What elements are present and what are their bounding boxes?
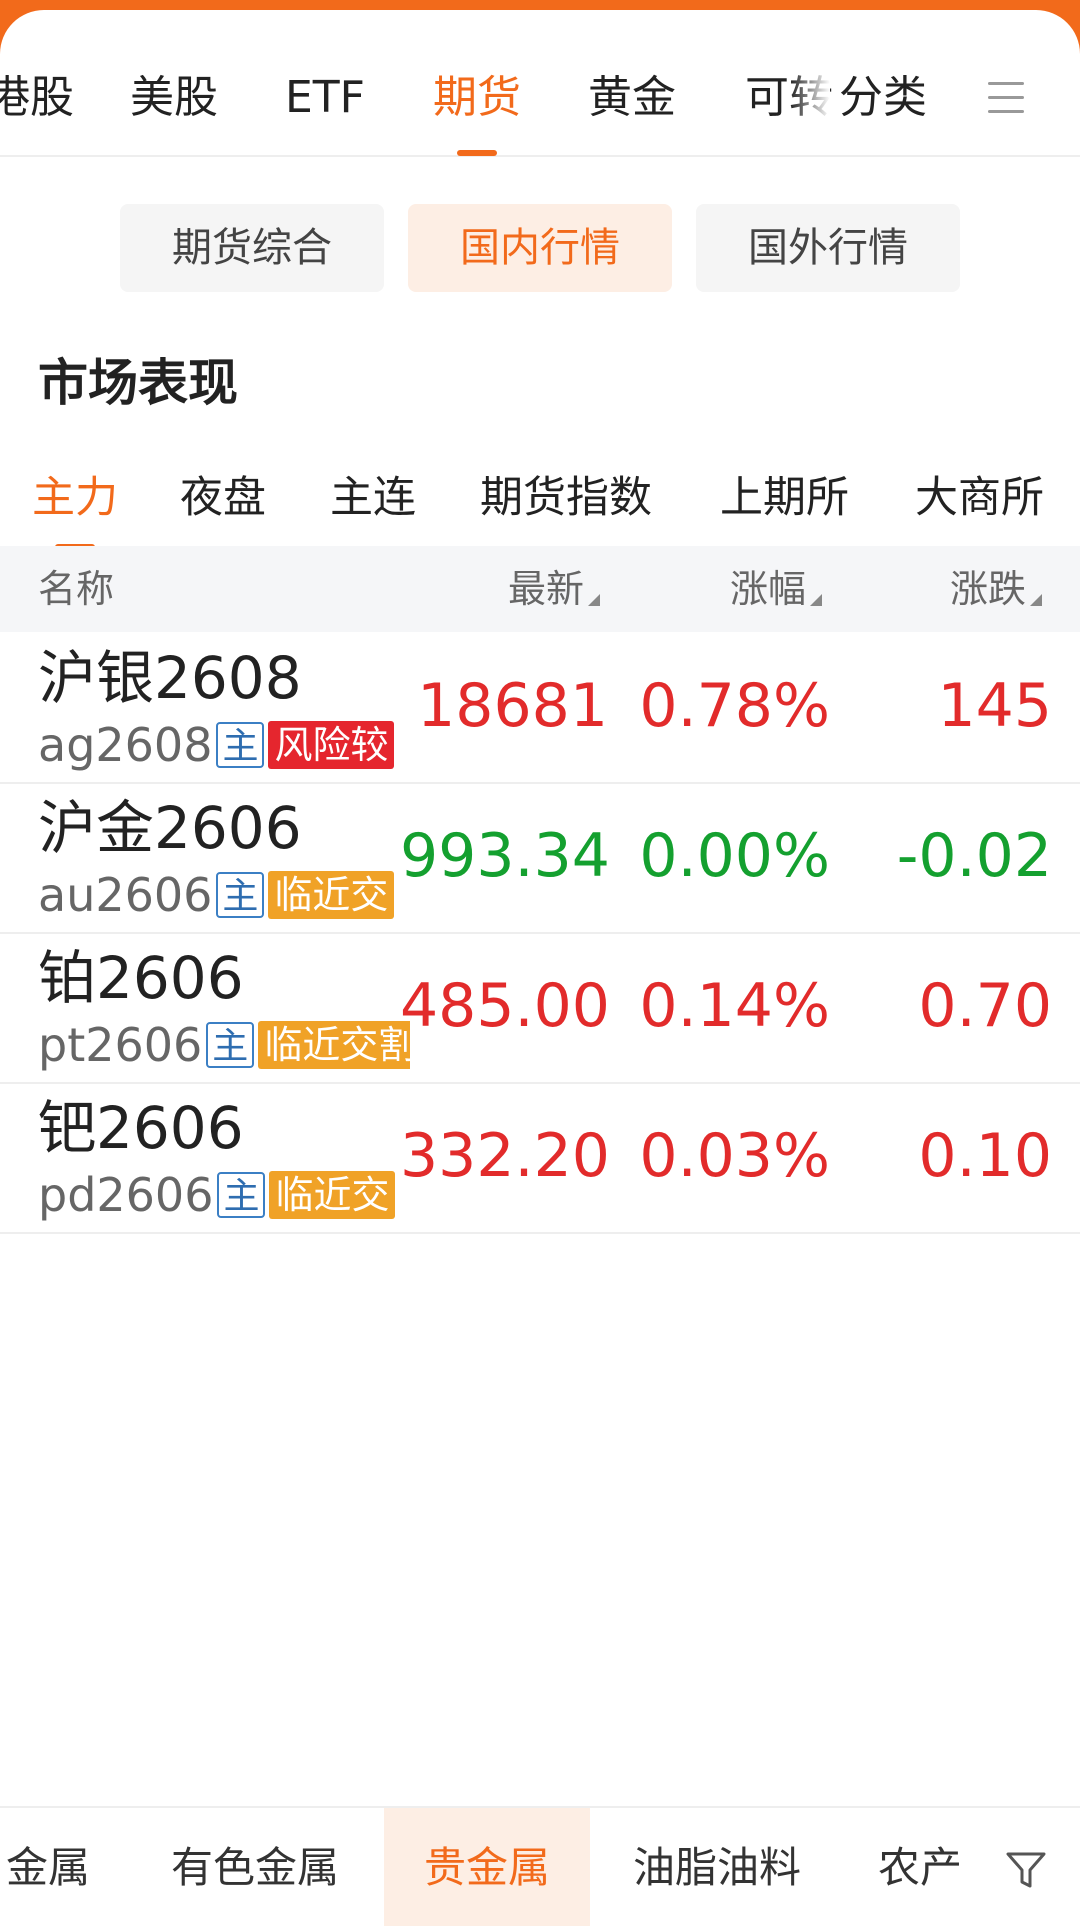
main-badge: 主 xyxy=(206,1022,255,1068)
risk-tag: 风险较 xyxy=(268,721,395,769)
tab-hk-stocks[interactable]: 港股 xyxy=(0,68,74,128)
change-amount: -0.02 xyxy=(896,821,1052,891)
bottom-tab-oils[interactable]: 油脂油料 xyxy=(612,1808,822,1926)
bottom-tab-metals[interactable]: 金属 xyxy=(0,1808,108,1926)
change-percent: 0.14% xyxy=(639,971,830,1041)
subtab-index[interactable]: 期货指数 xyxy=(480,468,652,528)
change-amount: 145 xyxy=(937,671,1052,741)
table-row[interactable]: 铂2606 pt2606 主临近交割 485.00 0.14% 0.70 xyxy=(0,932,1080,1084)
table-row[interactable]: 沪银2608 ag2608 主风险较 18681 0.78% 145 xyxy=(0,632,1080,784)
segment-domestic[interactable]: 国内行情 xyxy=(408,204,672,292)
segment-overseas[interactable]: 国外行情 xyxy=(696,204,960,292)
table-row[interactable]: 钯2606 pd2606 主临近交 332.20 0.03% 0.10 xyxy=(0,1082,1080,1234)
contract-code-line: pt2606 主临近交割 xyxy=(38,1016,410,1074)
tab-etf[interactable]: ETF xyxy=(285,68,365,128)
contract-code-line: pd2606 主临近交 xyxy=(38,1166,410,1224)
tab-futures[interactable]: 期货 xyxy=(433,68,521,156)
bottom-category-bar: 金属 有色金属 贵金属 油脂油料 农产 xyxy=(0,1806,1080,1926)
main-badge: 主 xyxy=(217,1172,266,1218)
contract-code-line: au2606 主临近交 xyxy=(38,866,410,924)
contract-name: 钯2606 xyxy=(38,1094,244,1162)
delivery-tag: 临近交 xyxy=(268,871,395,919)
contract-name: 沪金2606 xyxy=(38,794,302,862)
top-category-tabs: 港股 美股 ETF 期货 黄金 可转 分类 xyxy=(0,10,1080,157)
delivery-tag: 临近交割 xyxy=(258,1021,410,1069)
tab-us-stocks[interactable]: 美股 xyxy=(130,68,218,128)
subtab-main[interactable]: 主力 xyxy=(32,468,118,550)
subtab-continuous[interactable]: 主连 xyxy=(330,468,416,528)
sort-icon xyxy=(1030,594,1043,606)
table-row[interactable]: 沪金2606 au2606 主临近交 993.34 0.00% -0.02 xyxy=(0,782,1080,934)
segment-futures-overview[interactable]: 期货综合 xyxy=(120,204,384,292)
tab-futures-label: 期货 xyxy=(433,72,521,123)
contract-code: au2606 xyxy=(38,868,213,922)
change-amount: 0.10 xyxy=(918,1121,1052,1191)
delivery-tag: 临近交 xyxy=(269,1171,396,1219)
contract-code: ag2608 xyxy=(38,718,213,772)
tab-gold[interactable]: 黄金 xyxy=(588,68,676,128)
header-chg-label: 涨跌 xyxy=(950,567,1027,611)
header-last-label: 最新 xyxy=(508,567,585,611)
sort-icon xyxy=(588,594,601,606)
last-price: 993.34 xyxy=(400,821,610,891)
menu-icon[interactable] xyxy=(988,82,1024,114)
last-price: 485.00 xyxy=(400,971,610,1041)
filter-icon[interactable] xyxy=(1004,1848,1048,1892)
contract-code: pd2606 xyxy=(38,1168,214,1222)
change-amount: 0.70 xyxy=(918,971,1052,1041)
contract-name: 沪银2608 xyxy=(38,644,302,712)
table-header: 名称 最新 涨幅 涨跌 xyxy=(0,546,1080,632)
active-tab-underline xyxy=(457,150,497,156)
section-title: 市场表现 xyxy=(38,354,238,412)
tabs-fade xyxy=(790,50,830,140)
last-price: 18681 xyxy=(417,671,608,741)
subtab-dce[interactable]: 大商所 xyxy=(915,468,1044,528)
bottom-tab-precious[interactable]: 贵金属 xyxy=(384,1808,590,1926)
header-pct[interactable]: 涨幅 xyxy=(730,546,823,632)
contract-name: 铂2606 xyxy=(38,944,244,1012)
change-percent: 0.00% xyxy=(639,821,830,891)
header-last[interactable]: 最新 xyxy=(508,546,601,632)
header-chg[interactable]: 涨跌 xyxy=(950,546,1043,632)
app-sheet: 港股 美股 ETF 期货 黄金 可转 分类 期货综合 国内行情 国外行情 市场表… xyxy=(0,10,1080,1926)
header-name: 名称 xyxy=(38,567,115,611)
subtab-night[interactable]: 夜盘 xyxy=(180,468,266,528)
last-price: 332.20 xyxy=(400,1121,610,1191)
contract-code: pt2606 xyxy=(38,1018,203,1072)
sort-icon xyxy=(810,594,823,606)
bottom-tab-agri[interactable]: 农产 xyxy=(860,1808,980,1926)
bottom-tab-nonferrous[interactable]: 有色金属 xyxy=(150,1808,360,1926)
contract-code-line: ag2608 主风险较 xyxy=(38,716,410,774)
subtab-shfe[interactable]: 上期所 xyxy=(720,468,849,528)
change-percent: 0.03% xyxy=(639,1121,830,1191)
change-percent: 0.78% xyxy=(639,671,830,741)
tab-category[interactable]: 分类 xyxy=(835,68,927,128)
main-badge: 主 xyxy=(216,872,265,918)
header-pct-label: 涨幅 xyxy=(730,567,807,611)
main-badge: 主 xyxy=(216,722,265,768)
subtab-main-label: 主力 xyxy=(32,473,118,523)
